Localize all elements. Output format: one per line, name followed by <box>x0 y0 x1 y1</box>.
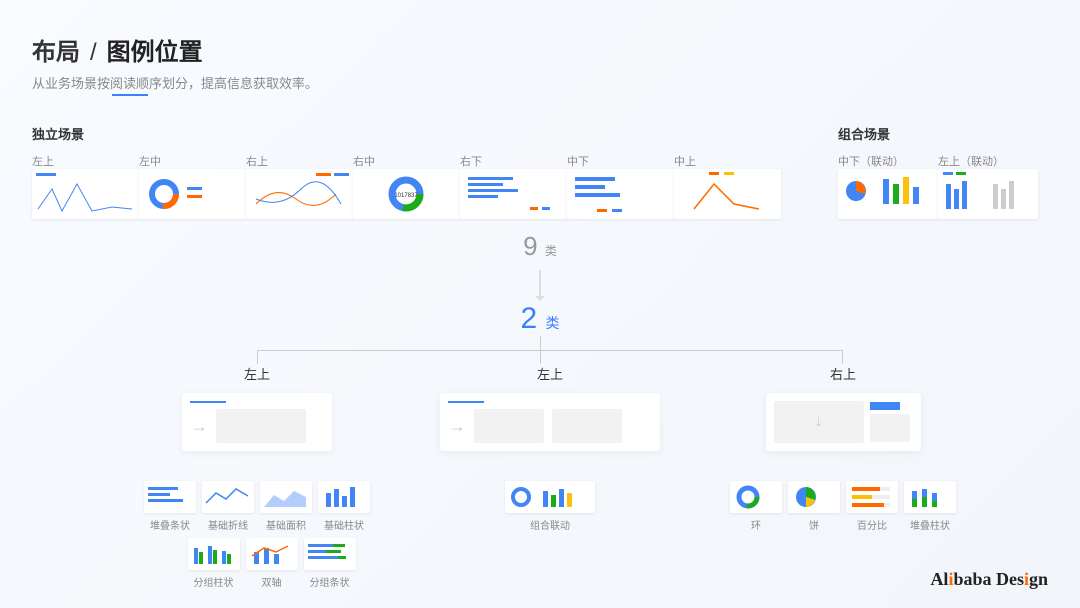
mini-chart <box>846 481 898 513</box>
arrow-right-icon: → <box>448 416 466 437</box>
mini-chart <box>246 538 298 570</box>
mini-label: 饼 <box>809 517 819 532</box>
pos-label: 中下 <box>567 153 674 169</box>
mini-chart <box>505 481 595 513</box>
chart-thumb <box>139 169 246 219</box>
arrow-right-icon: → <box>190 416 208 437</box>
chart-thumb <box>460 169 567 219</box>
mini-label: 基础折线 <box>208 517 248 532</box>
subtitle: 从业务场景按阅读顺序划分，提高信息获取效率。 <box>32 73 1048 92</box>
chart-thumb <box>838 169 938 219</box>
mini-label: 组合联动 <box>530 517 570 532</box>
pos-label: 右下 <box>460 153 567 169</box>
arrow-down-icon <box>539 270 541 300</box>
pos-label: 中上 <box>674 153 781 169</box>
mini-label: 基础面积 <box>266 517 306 532</box>
mini-chart <box>304 538 356 570</box>
header-slash: / <box>90 39 97 67</box>
mini-label: 堆叠柱状 <box>910 517 950 532</box>
arrow-down-icon: ↓ <box>815 413 823 431</box>
branch-line <box>257 350 843 351</box>
pos-label: 左上（联动） <box>938 153 1038 169</box>
pos-label: 左中 <box>139 153 246 169</box>
pos-label: 右中 <box>353 153 460 169</box>
mini-label: 环 <box>751 517 761 532</box>
branch-label: 左上 <box>537 364 563 383</box>
branch-label: 左上 <box>244 364 270 383</box>
mini-chart <box>188 538 240 570</box>
mini-chart <box>202 481 254 513</box>
mini-chart <box>788 481 840 513</box>
count-9: 9 类 <box>32 231 1048 262</box>
pos-label: 右上 <box>246 153 353 169</box>
chart-thumb <box>246 169 353 219</box>
chart-thumb: 1017837 <box>353 169 460 219</box>
chart-thumb <box>567 169 674 219</box>
mini-label: 分组柱状 <box>194 574 234 589</box>
underline-accent <box>112 94 148 96</box>
mini-label: 堆叠条状 <box>150 517 190 532</box>
mini-label: 分组条状 <box>310 574 350 589</box>
pos-label: 中下（联动） <box>838 153 938 169</box>
chart-thumb <box>32 169 139 219</box>
mini-label: 基础柱状 <box>324 517 364 532</box>
mini-label: 双轴 <box>262 574 282 589</box>
layout-card: → <box>182 393 332 451</box>
header-prefix: 布局 <box>32 32 80 67</box>
layout-card: ↓ <box>766 393 921 451</box>
branch-label: 右上 <box>830 364 856 383</box>
mini-chart <box>730 481 782 513</box>
scene-combined-title: 组合场景 <box>838 124 1048 143</box>
chart-thumb <box>938 169 1038 219</box>
mini-chart <box>904 481 956 513</box>
chart-thumb <box>674 169 781 219</box>
mini-chart <box>144 481 196 513</box>
mini-label: 百分比 <box>857 517 887 532</box>
brand-logo: Alibaba Design <box>930 569 1048 590</box>
layout-card: → <box>440 393 660 451</box>
pos-label: 左上 <box>32 153 139 169</box>
scene-independent-title: 独立场景 <box>32 124 838 143</box>
mini-chart <box>260 481 312 513</box>
header-title: 图例位置 <box>107 32 203 67</box>
svg-text:1017837: 1017837 <box>394 193 418 199</box>
mini-chart <box>318 481 370 513</box>
count-2: 2 类 <box>32 302 1048 336</box>
